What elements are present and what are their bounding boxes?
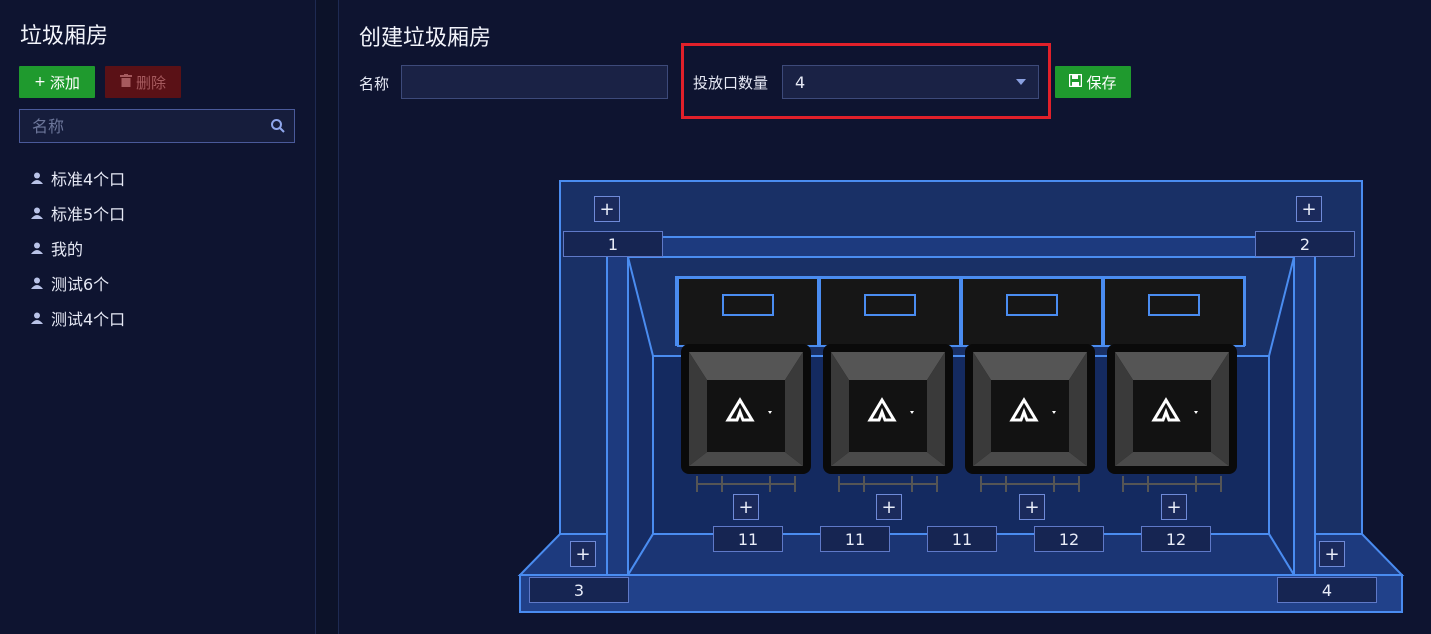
corner-number-3[interactable]: 3 [529,577,629,603]
bin-unit[interactable] [1103,277,1245,492]
bin-unit[interactable] [677,277,819,492]
bin-unit[interactable] [961,277,1103,492]
add-bin-button[interactable]: + [1161,494,1187,520]
add-corner-4-button[interactable]: + [1319,541,1345,567]
bin-unit[interactable] [819,277,961,492]
add-corner-1-button[interactable]: + [594,196,620,222]
bin-number[interactable]: 12 [1034,526,1104,552]
bin-number[interactable]: 12 [1141,526,1211,552]
add-corner-3-button[interactable]: + [570,541,596,567]
corner-number-1[interactable]: 1 [563,231,663,257]
add-corner-2-button[interactable]: + [1296,196,1322,222]
room-diagram: + + + + 1 2 3 4 + + + + 11 11 11 12 12 [0,0,1431,634]
corner-number-2[interactable]: 2 [1255,231,1355,257]
bin-number[interactable]: 11 [927,526,997,552]
add-bin-button[interactable]: + [876,494,902,520]
bin-number[interactable]: 11 [713,526,783,552]
corner-number-4[interactable]: 4 [1277,577,1377,603]
bin-number[interactable]: 11 [820,526,890,552]
add-bin-button[interactable]: + [733,494,759,520]
add-bin-button[interactable]: + [1019,494,1045,520]
